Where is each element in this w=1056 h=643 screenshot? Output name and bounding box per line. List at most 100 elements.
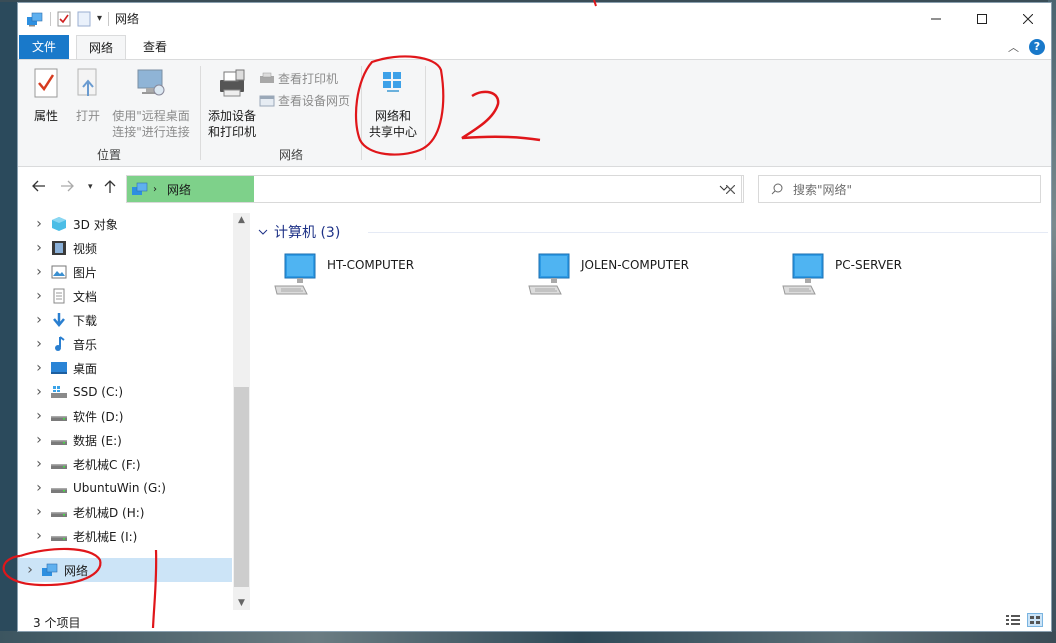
sidebar-item[interactable]: › 下载 xyxy=(18,308,232,332)
recent-locations-icon[interactable]: ▾ xyxy=(88,182,93,192)
breadcrumb-network[interactable]: 网络 xyxy=(167,181,191,198)
sidebar-item[interactable]: › 桌面 xyxy=(18,356,232,380)
ribbon-group-location: 属性 打开 使用"远程桌面 连接"进行连接 位置 xyxy=(18,60,200,166)
expand-chevron-icon[interactable]: › xyxy=(30,480,48,496)
breadcrumb: › 网络 xyxy=(127,176,254,202)
scroll-thumb[interactable] xyxy=(234,387,249,587)
sidebar-item-label: 图片 xyxy=(73,265,98,280)
computer-item[interactable]: JOLEN-COMPUTER xyxy=(527,252,689,296)
music-icon xyxy=(50,336,68,352)
sidebar-item[interactable]: › UbuntuWin (G:) xyxy=(18,476,232,500)
network-sharing-center-button[interactable]: 网络和 共享中心 xyxy=(363,66,423,140)
sidebar-item-label: 3D 对象 xyxy=(73,217,118,232)
computer-icon xyxy=(782,253,824,295)
refresh-stop-button[interactable] xyxy=(718,175,744,203)
details-view-icon[interactable] xyxy=(1005,613,1021,627)
group-header[interactable]: 计算机 (3) xyxy=(258,222,340,242)
expand-chevron-icon[interactable]: › xyxy=(30,288,48,304)
maximize-icon xyxy=(977,13,987,24)
videos-icon xyxy=(50,240,68,256)
maximize-button[interactable] xyxy=(959,3,1005,34)
3d-objects-icon xyxy=(50,216,68,232)
expand-chevron-icon[interactable]: › xyxy=(30,240,48,256)
sidebar-item[interactable]: › 软件 (D:) xyxy=(18,404,232,428)
sidebar-item-label: 音乐 xyxy=(73,337,98,352)
open-button[interactable]: 打开 xyxy=(70,66,106,124)
tab-view[interactable]: 查看 xyxy=(130,35,180,59)
expand-chevron-icon[interactable]: › xyxy=(30,216,48,232)
printers-icon xyxy=(260,72,274,83)
back-button[interactable] xyxy=(32,180,46,196)
expand-chevron-icon[interactable]: › xyxy=(30,264,48,280)
collapse-ribbon-icon[interactable]: ︿ xyxy=(1008,39,1019,55)
downloads-icon xyxy=(50,312,68,328)
view-device-webpage-button[interactable]: 查看设备网页 xyxy=(259,92,350,109)
sidebar-item[interactable]: › 文档 xyxy=(18,284,232,308)
expand-chevron-icon[interactable]: › xyxy=(21,562,39,578)
sidebar-item[interactable]: › 3D 对象 xyxy=(18,212,232,236)
expand-chevron-icon[interactable]: › xyxy=(30,504,48,520)
tab-network[interactable]: 网络 xyxy=(76,35,126,60)
drive-icon xyxy=(50,408,68,424)
tab-file[interactable]: 文件 xyxy=(19,35,69,59)
large-icons-view-icon[interactable] xyxy=(1027,613,1043,627)
forward-arrow-icon xyxy=(61,180,74,192)
customize-qat-icon[interactable]: ▾ xyxy=(97,13,102,24)
forward-button[interactable] xyxy=(60,180,74,196)
computer-item[interactable]: HT-COMPUTER xyxy=(273,252,414,296)
remote-desktop-button[interactable]: 使用"远程桌面 连接"进行连接 xyxy=(110,66,192,140)
sidebar-item[interactable]: › 老机械D (H:) xyxy=(18,500,232,524)
item-count: 3 个项目 xyxy=(33,616,81,630)
sidebar-item[interactable]: › 图片 xyxy=(18,260,232,284)
help-icon[interactable]: ? xyxy=(1029,39,1045,55)
sidebar-item[interactable]: › SSD (C:) xyxy=(18,380,232,404)
expand-chevron-icon[interactable]: › xyxy=(30,336,48,352)
sidebar-item[interactable]: › 网络 xyxy=(18,558,232,582)
expand-chevron-icon[interactable]: › xyxy=(30,432,48,448)
sidebar-item[interactable]: › 老机械C (F:) xyxy=(18,452,232,476)
properties-button[interactable]: 属性 xyxy=(28,66,64,124)
view-printers-button[interactable]: 查看打印机 xyxy=(259,70,338,87)
sidebar-item[interactable]: › 音乐 xyxy=(18,332,232,356)
pictures-icon xyxy=(50,264,68,280)
network-folder-icon xyxy=(27,12,43,26)
close-icon xyxy=(726,184,735,194)
scroll-down-icon[interactable]: ▼ xyxy=(233,598,250,608)
sidebar-item-label: 网络 xyxy=(64,563,89,578)
expand-chevron-icon[interactable]: › xyxy=(30,384,48,400)
properties-icon[interactable] xyxy=(57,11,71,27)
back-arrow-icon xyxy=(32,180,45,192)
computer-icon xyxy=(274,253,316,295)
sidebar-item-label: 视频 xyxy=(73,241,98,256)
toolbar-separator xyxy=(50,11,51,26)
expand-chevron-icon[interactable]: › xyxy=(30,360,48,376)
search-input[interactable]: 搜索"网络" xyxy=(758,175,1041,203)
up-button[interactable] xyxy=(104,180,116,198)
address-bar[interactable]: › 网络 xyxy=(126,175,742,203)
minimize-icon xyxy=(931,18,941,19)
computer-name: PC-SERVER xyxy=(835,258,902,272)
close-button[interactable] xyxy=(1005,3,1051,34)
minimize-button[interactable] xyxy=(913,3,959,34)
nav-scrollbar[interactable]: ▲ ▼ xyxy=(233,213,250,610)
sidebar-item[interactable]: › 视频 xyxy=(18,236,232,260)
help-area: ︿ ? xyxy=(1008,39,1045,55)
expand-chevron-icon[interactable]: › xyxy=(30,456,48,472)
ribbon-tabs: 文件 网络 查看 ︿ ? xyxy=(18,35,1051,60)
ribbon: 属性 打开 使用"远程桌面 连接"进行连接 位置 添加设备 和打印机 查看打印机… xyxy=(18,59,1051,167)
expand-chevron-icon[interactable]: › xyxy=(30,312,48,328)
close-icon xyxy=(1023,13,1033,24)
computer-icon xyxy=(528,253,570,295)
new-folder-icon[interactable] xyxy=(77,11,91,27)
expand-chevron-icon[interactable]: › xyxy=(30,528,48,544)
computer-item[interactable]: PC-SERVER xyxy=(781,252,902,296)
sidebar-item[interactable]: › 老机械E (I:) xyxy=(18,524,232,548)
sidebar-item[interactable]: › 数据 (E:) xyxy=(18,428,232,452)
expand-chevron-icon[interactable]: › xyxy=(30,408,48,424)
drive-icon xyxy=(50,528,68,544)
drive-icon xyxy=(50,480,68,496)
scroll-up-icon[interactable]: ▲ xyxy=(233,215,250,225)
explorer-window: ▾ 网络 文件 网络 查看 ︿ ? 属性 打开 使用"远程桌面 连接"进行连接 … xyxy=(17,2,1052,632)
quick-access-toolbar: ▾ 网络 xyxy=(26,10,139,27)
add-devices-printers-button[interactable]: 添加设备 和打印机 xyxy=(205,66,259,140)
